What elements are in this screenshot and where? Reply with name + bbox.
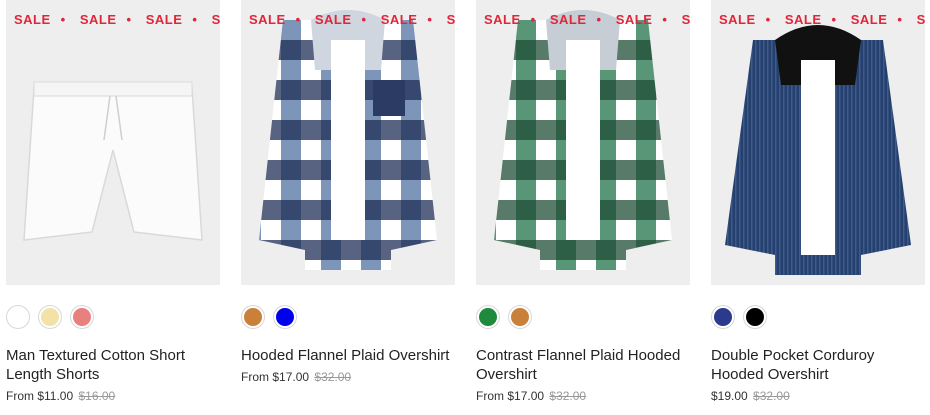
price-prefix: From — [476, 389, 504, 403]
compare-price: $16.00 — [78, 389, 116, 403]
product-price: $19.00 $32.00 — [711, 389, 925, 403]
color-swatches — [6, 305, 220, 329]
flannel-shirt-image — [259, 10, 437, 270]
color-swatch[interactable] — [508, 305, 532, 329]
compare-price: $32.00 — [314, 370, 352, 384]
color-swatch[interactable] — [273, 305, 297, 329]
color-swatch[interactable] — [711, 305, 735, 329]
product-price: From $11.00 $16.00 — [6, 389, 220, 403]
product-image[interactable]: SALE• SALE• SALE• SALE — [476, 0, 690, 285]
color-swatches — [711, 305, 925, 329]
color-swatch[interactable] — [6, 305, 30, 329]
product-image[interactable]: SALE• SALE• SALE• SALE — [241, 0, 455, 285]
color-swatch[interactable] — [743, 305, 767, 329]
product-name[interactable]: Double Pocket Corduroy Hooded Overshirt — [711, 346, 925, 384]
corduroy-shirt-image — [725, 25, 911, 275]
product-card[interactable]: SALE• SALE• SALE• SALE Contrast Flannel … — [476, 0, 690, 403]
product-card[interactable]: SALE• SALE• SALE• SALE Double Pocket Cor… — [711, 0, 925, 403]
product-price: From $17.00 $32.00 — [241, 370, 455, 384]
current-price: $19.00 — [711, 389, 748, 403]
product-name[interactable]: Man Textured Cotton Short Length Shorts — [6, 346, 220, 384]
product-card[interactable]: SALE• SALE• SALE• SALE Man Textured Cott… — [6, 0, 220, 403]
product-name[interactable]: Hooded Flannel Plaid Overshirt — [241, 346, 455, 365]
product-price: From $17.00 $32.00 — [476, 389, 690, 403]
product-image[interactable]: SALE• SALE• SALE• SALE — [711, 0, 925, 285]
current-price: $17.00 — [507, 389, 545, 403]
sale-banner: SALE• SALE• SALE• SALE — [249, 12, 455, 27]
sale-banner: SALE• SALE• SALE• SALE — [719, 12, 925, 27]
color-swatch[interactable] — [241, 305, 265, 329]
price-prefix: From — [241, 370, 269, 384]
color-swatch[interactable] — [38, 305, 62, 329]
shorts-image — [23, 81, 203, 241]
product-image[interactable]: SALE• SALE• SALE• SALE — [6, 0, 220, 285]
sale-banner: SALE• SALE• SALE• SALE — [14, 12, 220, 27]
color-swatches — [476, 305, 690, 329]
product-name[interactable]: Contrast Flannel Plaid Hooded Overshirt — [476, 346, 690, 384]
color-swatch[interactable] — [70, 305, 94, 329]
current-price: $11.00 — [37, 389, 74, 403]
compare-price: $32.00 — [753, 389, 790, 403]
flannel-shirt-image — [494, 10, 672, 270]
compare-price: $32.00 — [549, 389, 587, 403]
price-prefix: From — [6, 389, 34, 403]
color-swatch[interactable] — [476, 305, 500, 329]
current-price: $17.00 — [272, 370, 310, 384]
sale-banner: SALE• SALE• SALE• SALE — [484, 12, 690, 27]
product-card[interactable]: SALE• SALE• SALE• SALE Hooded Flannel Pl… — [241, 0, 455, 384]
color-swatches — [241, 305, 455, 329]
